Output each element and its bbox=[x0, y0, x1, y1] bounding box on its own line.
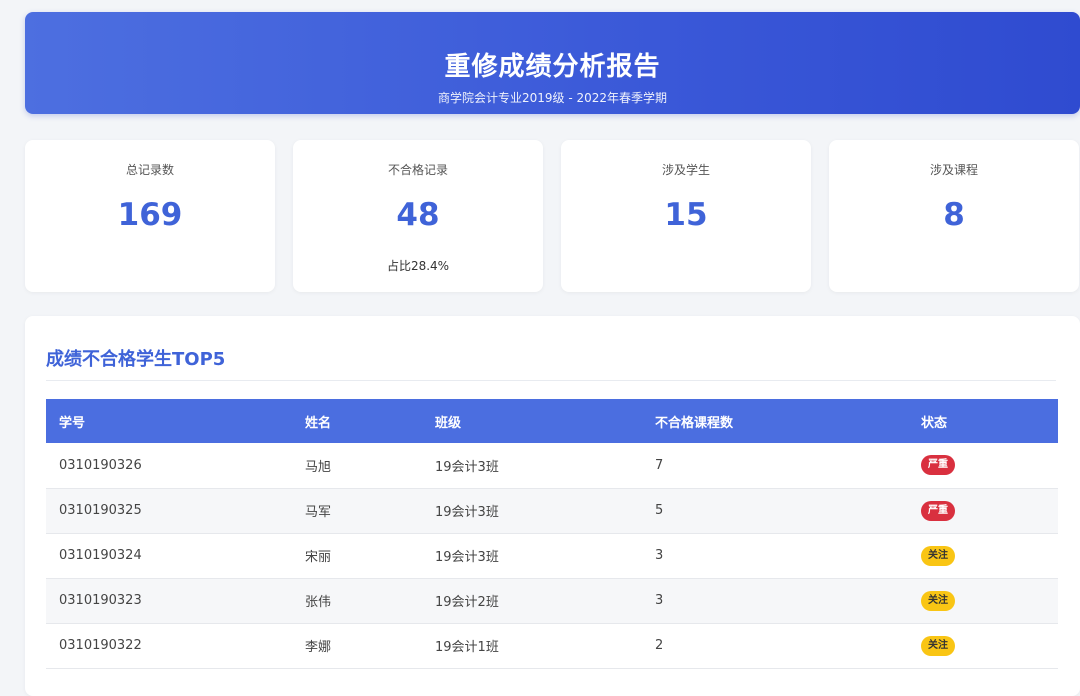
cell-fail-count: 3 bbox=[642, 578, 908, 623]
status-badge: 关注 bbox=[921, 591, 955, 611]
cell-status: 关注 bbox=[908, 533, 1058, 578]
cell-status: 关注 bbox=[908, 578, 1058, 623]
cell-student-id: 0310190326 bbox=[46, 443, 292, 488]
cell-student-name: 李娜 bbox=[292, 623, 422, 668]
column-header-fail-count: 不合格课程数 bbox=[642, 399, 908, 443]
status-badge: 严重 bbox=[921, 455, 955, 475]
stat-label: 涉及学生 bbox=[561, 161, 811, 178]
cell-student-id: 0310190325 bbox=[46, 488, 292, 533]
stat-card-students: 涉及学生 15 bbox=[561, 140, 811, 292]
cell-fail-count: 5 bbox=[642, 488, 908, 533]
panel-title: 成绩不合格学生TOP5 bbox=[46, 345, 225, 371]
stat-card-courses: 涉及课程 8 bbox=[829, 140, 1079, 292]
cell-fail-count: 2 bbox=[642, 623, 908, 668]
cell-class: 19会计3班 bbox=[422, 443, 642, 488]
column-header-class: 班级 bbox=[422, 399, 642, 443]
cell-fail-count: 3 bbox=[642, 533, 908, 578]
stat-label: 总记录数 bbox=[25, 161, 275, 178]
cell-student-id: 0310190323 bbox=[46, 578, 292, 623]
report-subtitle: 商学院会计专业2019级 - 2022年春季学期 bbox=[25, 89, 1080, 106]
status-badge: 关注 bbox=[921, 546, 955, 566]
cell-student-id: 0310190322 bbox=[46, 623, 292, 668]
students-table: 学号 姓名 班级 不合格课程数 状态 0310190326 马旭 19会计3班 … bbox=[46, 399, 1058, 669]
cell-class: 19会计3班 bbox=[422, 488, 642, 533]
stat-value: 8 bbox=[829, 197, 1079, 233]
stat-note: 占比28.4% bbox=[293, 257, 543, 274]
stat-card-total-records: 总记录数 169 bbox=[25, 140, 275, 292]
stat-card-failed-records: 不合格记录 48 占比28.4% bbox=[293, 140, 543, 292]
column-header-id: 学号 bbox=[46, 399, 292, 443]
table-row: 0310190322 李娜 19会计1班 2 关注 bbox=[46, 623, 1058, 668]
cell-class: 19会计3班 bbox=[422, 533, 642, 578]
table-row: 0310190325 马军 19会计3班 5 严重 bbox=[46, 488, 1058, 533]
divider bbox=[46, 380, 1056, 381]
cell-status: 严重 bbox=[908, 443, 1058, 488]
cell-status: 关注 bbox=[908, 623, 1058, 668]
top5-panel: 成绩不合格学生TOP5 学号 姓名 班级 不合格课程数 状态 031019032… bbox=[25, 316, 1080, 696]
cell-class: 19会计2班 bbox=[422, 578, 642, 623]
table-header-row: 学号 姓名 班级 不合格课程数 状态 bbox=[46, 399, 1058, 443]
status-badge: 关注 bbox=[921, 636, 955, 656]
cell-fail-count: 7 bbox=[642, 443, 908, 488]
stat-value: 48 bbox=[293, 197, 543, 233]
cell-student-name: 马军 bbox=[292, 488, 422, 533]
stat-label: 不合格记录 bbox=[293, 161, 543, 178]
report-header: 重修成绩分析报告 商学院会计专业2019级 - 2022年春季学期 bbox=[25, 12, 1080, 114]
table-row: 0310190324 宋丽 19会计3班 3 关注 bbox=[46, 533, 1058, 578]
column-header-status: 状态 bbox=[908, 399, 1058, 443]
cell-student-name: 马旭 bbox=[292, 443, 422, 488]
cell-status: 严重 bbox=[908, 488, 1058, 533]
stat-value: 15 bbox=[561, 197, 811, 233]
cell-student-name: 宋丽 bbox=[292, 533, 422, 578]
column-header-name: 姓名 bbox=[292, 399, 422, 443]
report-title: 重修成绩分析报告 bbox=[25, 46, 1080, 83]
status-badge: 严重 bbox=[921, 501, 955, 521]
table-row: 0310190323 张伟 19会计2班 3 关注 bbox=[46, 578, 1058, 623]
stat-value: 169 bbox=[25, 197, 275, 233]
stat-label: 涉及课程 bbox=[829, 161, 1079, 178]
cell-student-name: 张伟 bbox=[292, 578, 422, 623]
table-row: 0310190326 马旭 19会计3班 7 严重 bbox=[46, 443, 1058, 488]
cell-class: 19会计1班 bbox=[422, 623, 642, 668]
cell-student-id: 0310190324 bbox=[46, 533, 292, 578]
